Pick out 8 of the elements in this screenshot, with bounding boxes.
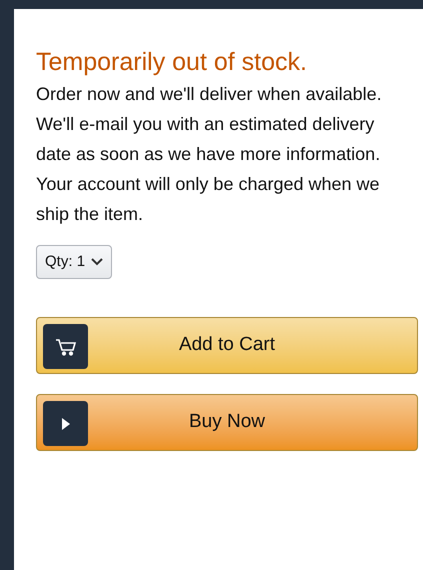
add-to-cart-button[interactable]: Add to Cart — [36, 317, 418, 374]
cart-icon — [54, 338, 76, 356]
chevron-down-icon — [91, 258, 104, 266]
availability-title: Temporarily out of stock. — [36, 47, 308, 77]
quantity-dropdown[interactable]: Qty: 1 — [36, 245, 112, 279]
buy-now-button[interactable]: Buy Now — [36, 394, 418, 451]
availability-message: Order now and we'll deliver when available. We'll e-mail you with an estimated delivery date as soon as we have more information. Your account will only be charged when we ship the item. — [36, 83, 383, 226]
play-icon — [60, 416, 70, 430]
